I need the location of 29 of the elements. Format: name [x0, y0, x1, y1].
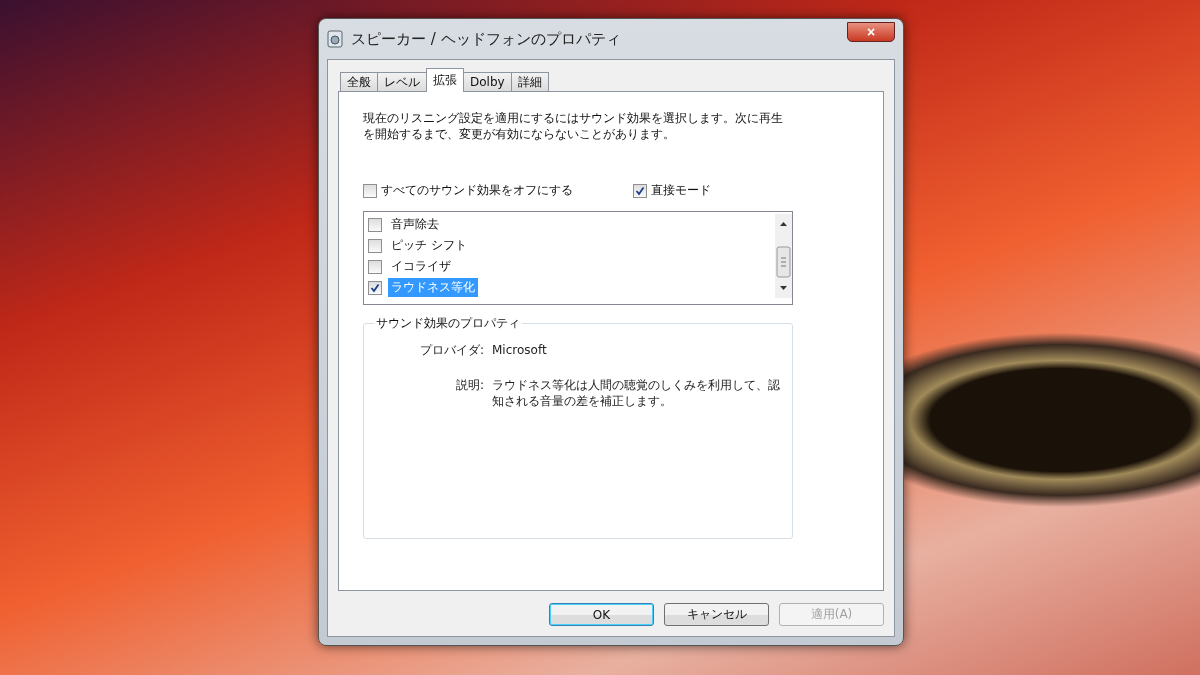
- property-value: Microsoft: [492, 342, 548, 359]
- checkbox[interactable]: [633, 183, 647, 198]
- group-title: サウンド効果のプロパティ: [375, 315, 521, 332]
- effects-list[interactable]: 音声除去 ピッチ シフト イコライザ ラウドネス等化: [363, 211, 793, 305]
- checkbox[interactable]: [363, 183, 377, 198]
- checkbox-label: 直接モード: [651, 182, 711, 199]
- checkbox[interactable]: [368, 280, 382, 295]
- checkbox[interactable]: [368, 238, 382, 253]
- checkbox[interactable]: [368, 217, 382, 232]
- tab[interactable]: Dolby: [463, 72, 512, 92]
- intro-text: 現在のリスニング設定を適用にするにはサウンド効果を選択します。次に再生を開始するまで、変更が有効にならないことがあります。: [363, 110, 784, 142]
- list-item[interactable]: ピッチ シフト: [388, 236, 470, 255]
- close-button[interactable]: ×: [847, 22, 895, 42]
- list-item[interactable]: イコライザ: [388, 257, 454, 276]
- list-item[interactable]: 音声除去: [388, 215, 442, 234]
- window-title: スピーカー / ヘッドフォンのプロパティ: [351, 29, 622, 49]
- tab[interactable]: 拡張: [426, 68, 464, 92]
- checkbox[interactable]: [368, 259, 382, 274]
- speaker-icon: [327, 30, 343, 48]
- checkbox-label: すべてのサウンド効果をオフにする: [381, 182, 573, 199]
- property-label: 説明:: [454, 377, 484, 394]
- tab[interactable]: レベル: [377, 72, 427, 92]
- property-label: プロバイダ:: [418, 342, 484, 359]
- property-value: ラウドネス等化は人間の聴覚のしくみを利用して、認知される音量の差を補正します。: [492, 377, 781, 409]
- tab[interactable]: 全般: [340, 72, 378, 92]
- dialog-button[interactable]: キャンセル: [664, 603, 769, 626]
- tab[interactable]: 詳細: [510, 72, 549, 92]
- scrollbar-drawing[interactable]: [775, 214, 792, 298]
- dialog-button[interactable]: OK: [549, 603, 654, 626]
